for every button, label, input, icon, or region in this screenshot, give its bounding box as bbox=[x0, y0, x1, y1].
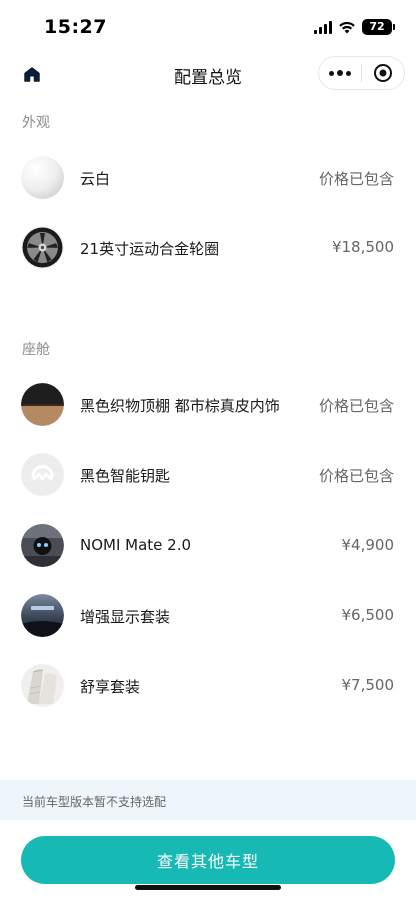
interior-color-thumbnail bbox=[21, 383, 64, 426]
item-price: 价格已包含 bbox=[318, 397, 394, 415]
item-price: ¥6,500 bbox=[341, 606, 395, 624]
item-price: ¥7,500 bbox=[341, 676, 395, 694]
item-name: 黑色智能钥匙 bbox=[80, 467, 171, 485]
section-label-cabin: 座舱 bbox=[22, 342, 50, 358]
alloy-wheel-thumbnail bbox=[21, 226, 64, 269]
item-name: 21英寸运动合金轮圈 bbox=[80, 240, 220, 258]
item-name: 黑色织物顶棚 都市棕真皮内饰 bbox=[80, 397, 280, 415]
list-item: 黑色织物顶棚 都市棕真皮内饰 价格已包含 bbox=[0, 383, 416, 453]
status-icons: 72 bbox=[314, 19, 395, 35]
status-bar: 15:27 72 bbox=[0, 0, 416, 52]
signal-icon bbox=[314, 20, 332, 34]
notice-text: 当前车型版本暂不支持选配 bbox=[22, 795, 167, 809]
white-color-swatch bbox=[21, 156, 64, 199]
item-price: 价格已包含 bbox=[318, 467, 394, 485]
home-indicator bbox=[135, 885, 281, 890]
nav-bar: 配置总览 bbox=[0, 52, 416, 96]
item-price: ¥4,900 bbox=[341, 536, 395, 554]
more-button[interactable] bbox=[319, 57, 361, 89]
smart-key-thumbnail bbox=[21, 453, 64, 496]
list-item: 21英寸运动合金轮圈 ¥18,500 bbox=[0, 226, 416, 296]
item-name: 云白 bbox=[80, 170, 111, 188]
battery-icon: 72 bbox=[362, 19, 395, 35]
display-package-thumbnail bbox=[21, 594, 64, 637]
section-label-exterior: 外观 bbox=[22, 115, 50, 131]
notice-bar: 当前车型版本暂不支持选配 bbox=[0, 780, 416, 820]
list-item: 增强显示套装 ¥6,500 bbox=[0, 594, 416, 664]
item-price: 价格已包含 bbox=[318, 170, 394, 188]
status-time: 15:27 bbox=[44, 16, 107, 38]
list-item: 黑色智能钥匙 价格已包含 bbox=[0, 453, 416, 523]
view-other-models-button[interactable]: 查看其他车型 bbox=[21, 836, 395, 884]
wifi-icon bbox=[339, 21, 355, 33]
nomi-mate-thumbnail bbox=[21, 524, 64, 567]
miniprogram-capsule bbox=[318, 56, 405, 90]
item-name: NOMI Mate 2.0 bbox=[80, 536, 192, 554]
more-dots-icon bbox=[329, 70, 351, 76]
item-name: 增强显示套装 bbox=[80, 608, 171, 626]
item-price: ¥18,500 bbox=[331, 238, 394, 256]
list-item: 云白 价格已包含 bbox=[0, 156, 416, 226]
target-circle-icon bbox=[374, 64, 392, 82]
close-miniprogram-button[interactable] bbox=[362, 57, 404, 89]
list-item: 舒享套装 ¥7,500 bbox=[0, 664, 416, 734]
comfort-package-thumbnail bbox=[21, 664, 64, 707]
item-name: 舒享套装 bbox=[80, 678, 141, 696]
list-item: NOMI Mate 2.0 ¥4,900 bbox=[0, 524, 416, 594]
